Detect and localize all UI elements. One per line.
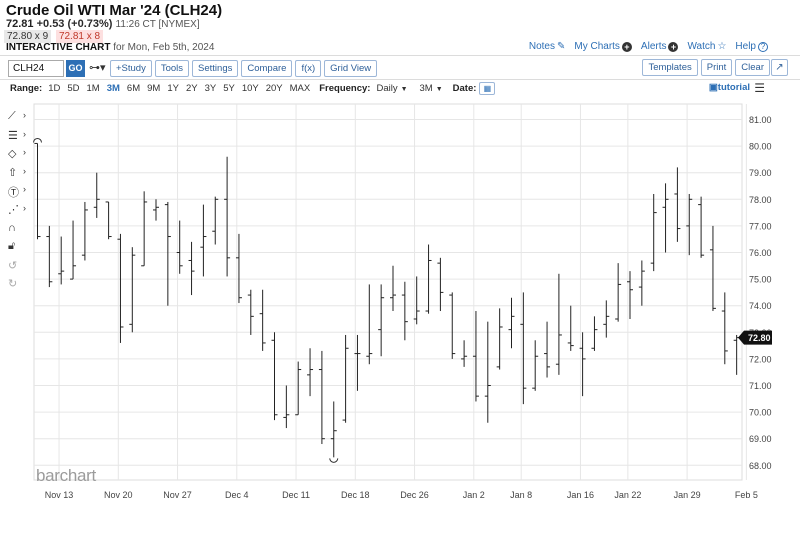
ohlc-bar: [615, 263, 622, 322]
ohlc-bar: [318, 350, 325, 445]
ohlc-bar: [129, 247, 136, 333]
last-price-label: 72.80: [748, 333, 771, 343]
ohlc-bar: [721, 292, 728, 365]
ohlc-bar: [366, 284, 373, 365]
ohlc-bar: [674, 167, 681, 242]
y-tick-label: 74.00: [749, 301, 772, 311]
ohlc-bar: [81, 201, 88, 261]
ohlc-bar: [496, 308, 503, 370]
y-tick-label: 76.00: [749, 248, 772, 258]
ohlc-bar: [437, 257, 444, 312]
ohlc-bar: [212, 196, 219, 245]
ohlc-bar: [378, 284, 385, 357]
y-tick-label: 68.00: [749, 461, 772, 471]
ohlc-bar: [709, 225, 716, 312]
y-tick-label: 80.00: [749, 142, 772, 152]
ohlc-bar: [164, 201, 171, 306]
y-tick-label: 75.00: [749, 275, 772, 285]
ohlc-bar: [698, 196, 705, 258]
x-tick-label: Dec 4: [225, 490, 249, 500]
ohlc-bar: [484, 321, 491, 423]
ohlc-bar: [650, 193, 657, 272]
chart-markers: 72.80: [33, 137, 772, 463]
ohlc-bar: [153, 199, 159, 221]
y-tick-label: 79.00: [749, 168, 772, 178]
x-tick-label: Nov 27: [163, 490, 192, 500]
y-tick-label: 70.00: [749, 408, 772, 418]
ohlc-bar: [200, 204, 207, 277]
ohlc-bar: [93, 172, 100, 218]
ohlc-bar: [461, 340, 468, 367]
low-marker: [329, 458, 339, 463]
x-tick-label: Jan 29: [674, 490, 701, 500]
x-tick-label: Feb 5: [735, 490, 758, 500]
high-marker: [33, 137, 42, 143]
x-axis: Nov 13 Nov 20 Nov 27 Dec 4 Dec 11 Dec 18 Dec 2…: [45, 490, 758, 500]
ohlc-bar: [283, 385, 290, 429]
chart-grid: [33, 103, 747, 481]
x-tick-label: Dec 18: [341, 490, 370, 500]
x-tick-label: Jan 2: [463, 490, 485, 500]
x-tick-label: Jan 22: [614, 490, 641, 500]
x-tick-label: Jan 8: [510, 490, 532, 500]
ohlc-bar: [259, 289, 266, 351]
ohlc-bar: [733, 334, 740, 375]
ohlc-bar: [271, 332, 278, 421]
ohlc-bar: [247, 289, 254, 335]
ohlc-bar: [401, 281, 408, 341]
ohlc-bar: [544, 321, 551, 378]
ohlc-bar: [224, 156, 231, 277]
ohlc-bar: [449, 292, 456, 359]
ohlc-bar: [70, 220, 77, 280]
barchart-logo: barchart: [36, 466, 96, 485]
y-tick-label: 77.00: [749, 221, 772, 231]
ohlc-bar: [390, 265, 396, 312]
y-axis: 81.00 80.00 79.00 78.00 77.00 76.00 75.00 74.00…: [749, 115, 772, 471]
y-tick-label: 81.00: [749, 115, 772, 125]
y-tick-label: 78.00: [749, 195, 772, 205]
x-tick-label: Nov 20: [104, 490, 133, 500]
x-tick-label: Nov 13: [45, 490, 74, 500]
ohlc-bar: [638, 260, 645, 306]
ohlc-bar: [34, 142, 41, 240]
ohlc-bar: [188, 241, 195, 296]
plot-area: [33, 103, 743, 481]
ohlc-bars: [34, 142, 740, 458]
x-tick-label: Dec 11: [282, 490, 310, 500]
ohlc-bar: [46, 225, 53, 288]
x-tick-label: Jan 16: [567, 490, 594, 500]
ohlc-bar: [662, 183, 669, 253]
ohlc-bar: [591, 316, 598, 351]
price-chart[interactable]: 81.00 80.00 79.00 78.00 77.00 76.00 75.00 74.00…: [0, 0, 800, 535]
y-tick-label: 72.00: [749, 354, 772, 364]
ohlc-bar: [342, 334, 349, 423]
ohlc-bar: [330, 401, 337, 458]
ohlc-bar: [555, 273, 562, 375]
x-tick-label: Dec 26: [400, 490, 429, 500]
y-tick-label: 69.00: [749, 434, 772, 444]
ohlc-bar: [307, 348, 314, 397]
y-tick-label: 71.00: [749, 381, 772, 391]
ohlc-bar: [532, 340, 539, 391]
ohlc-bar: [141, 191, 148, 267]
ohlc-bar: [567, 305, 574, 351]
ohlc-bar: [105, 201, 112, 240]
